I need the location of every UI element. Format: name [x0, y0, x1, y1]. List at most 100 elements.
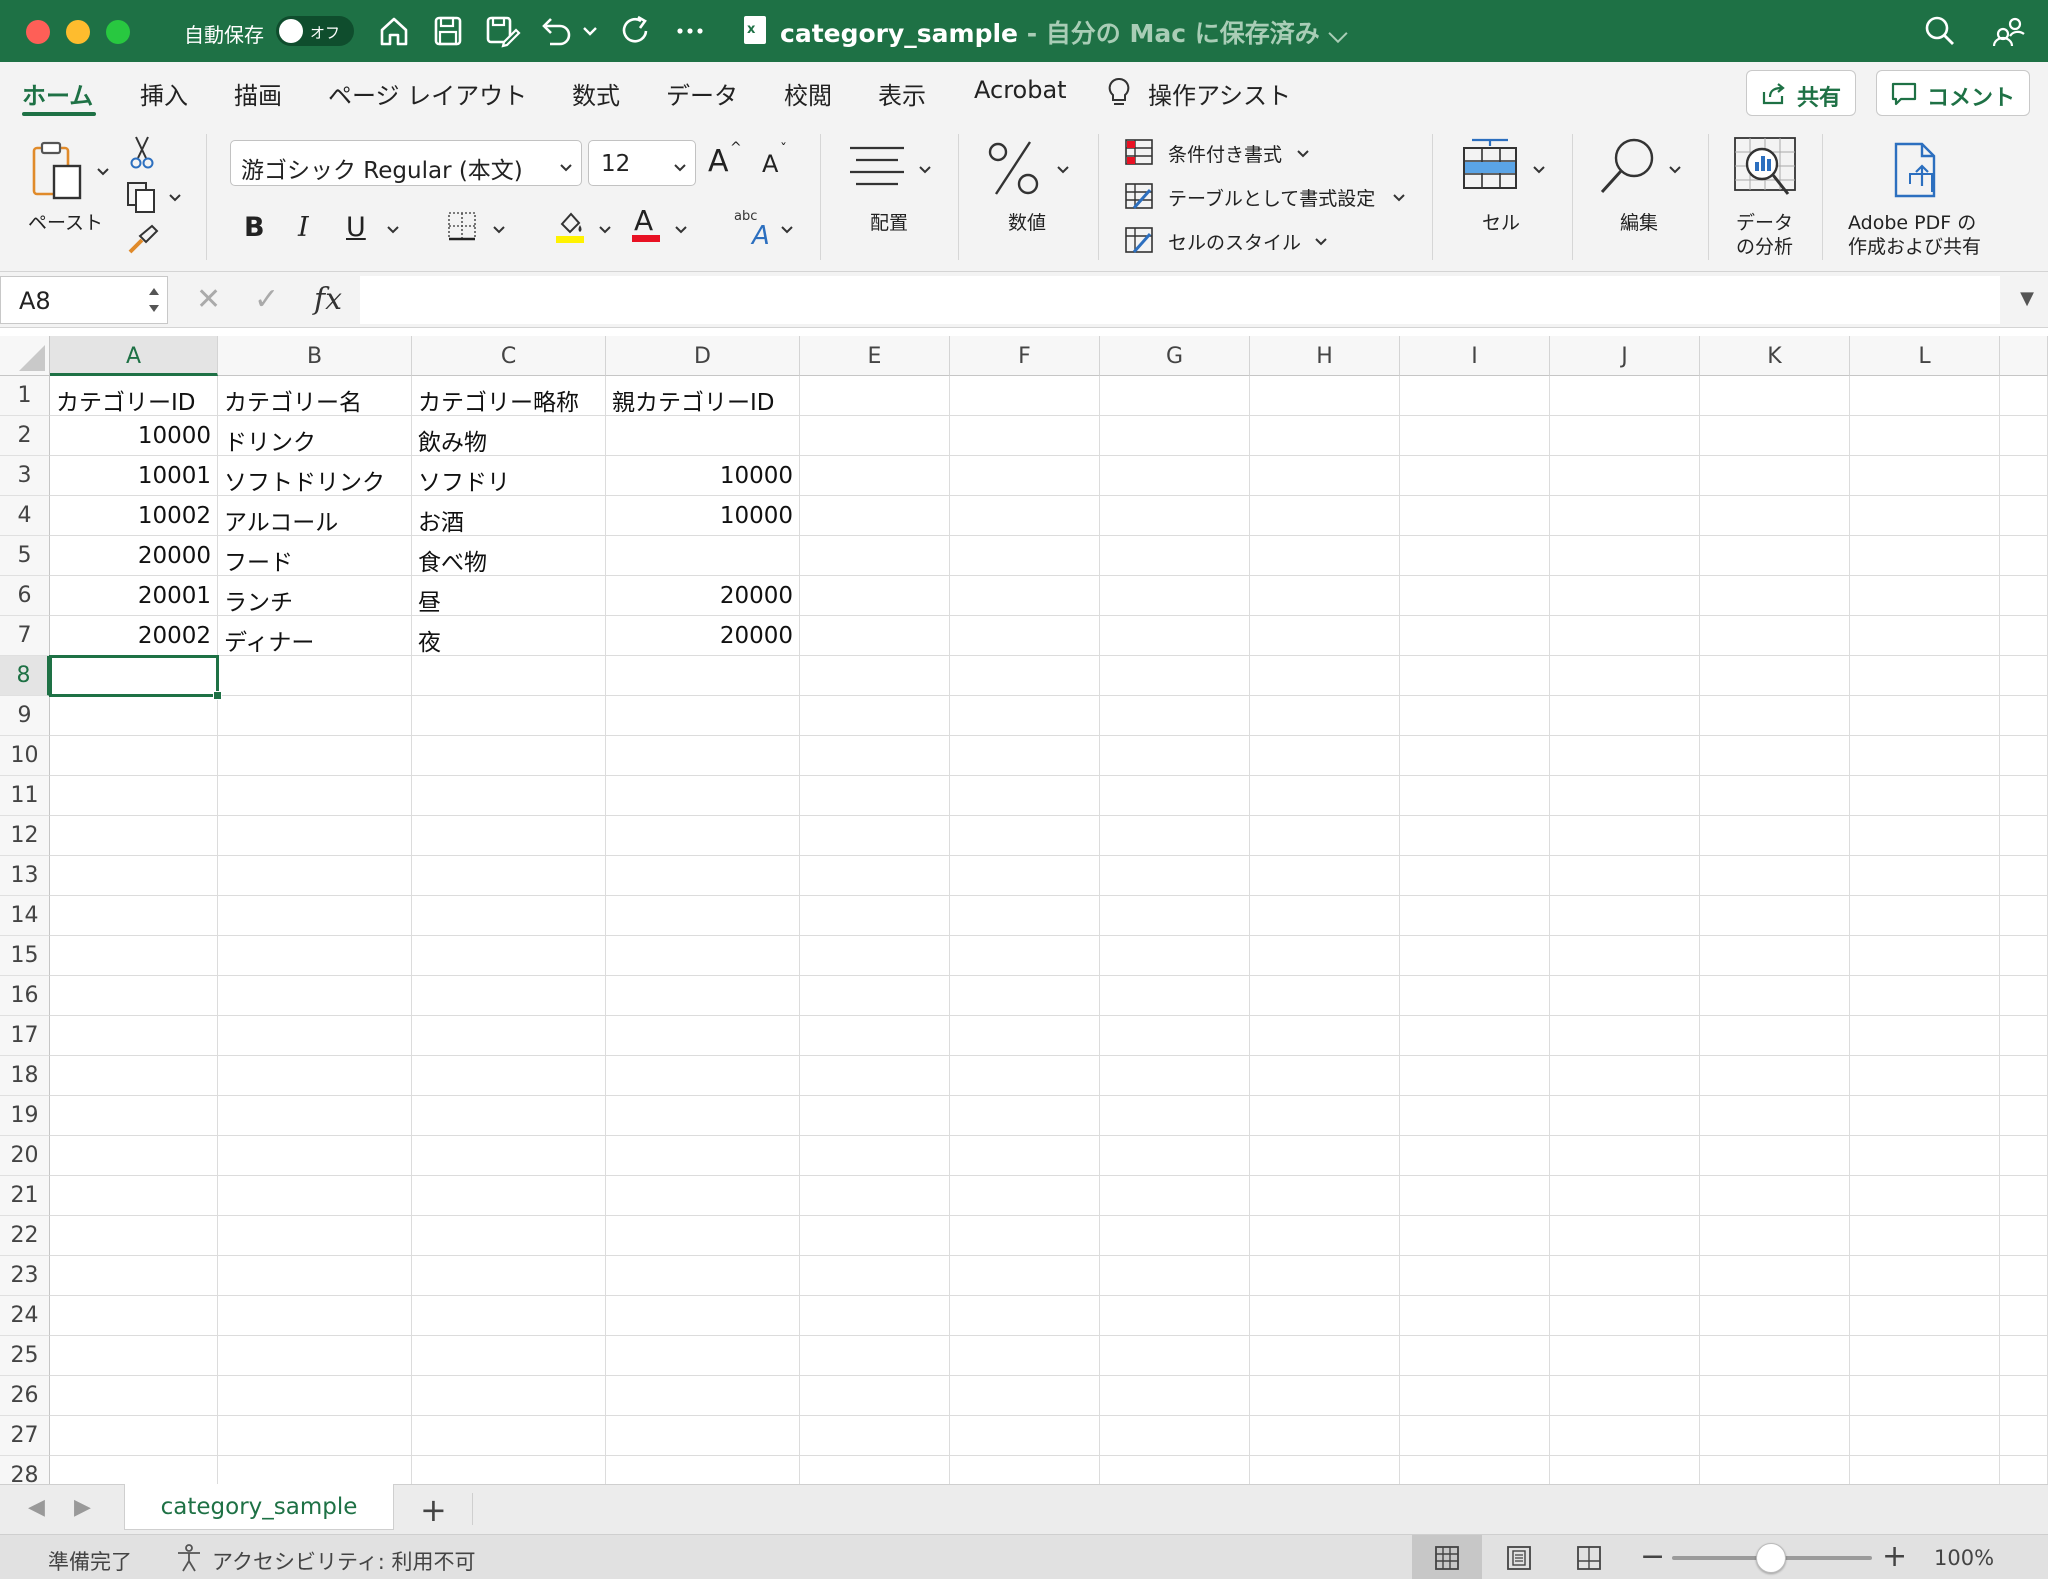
cell-g19[interactable]: [1100, 1096, 1250, 1136]
cell-i11[interactable]: [1400, 776, 1550, 816]
cell-i2[interactable]: [1400, 416, 1550, 456]
cells-icon[interactable]: [1460, 136, 1520, 196]
cell-c19[interactable]: [412, 1096, 606, 1136]
cell-g12[interactable]: [1100, 816, 1250, 856]
cell-e27[interactable]: [800, 1416, 950, 1456]
cell-c5[interactable]: 食べ物: [412, 536, 606, 576]
cell-i17[interactable]: [1400, 1016, 1550, 1056]
cell-c14[interactable]: [412, 896, 606, 936]
cell-e7[interactable]: [800, 616, 950, 656]
cell-i28[interactable]: [1400, 1456, 1550, 1484]
save-icon[interactable]: [428, 12, 468, 50]
cell-d4[interactable]: 10000: [606, 496, 800, 536]
cell-e15[interactable]: [800, 936, 950, 976]
column-header-f[interactable]: F: [950, 336, 1100, 376]
cell-c4[interactable]: お酒: [412, 496, 606, 536]
autosave-toggle[interactable]: オフ: [276, 16, 354, 46]
cell-l22[interactable]: [1850, 1216, 2000, 1256]
cell-h9[interactable]: [1250, 696, 1400, 736]
cell-d26[interactable]: [606, 1376, 800, 1416]
cell-i25[interactable]: [1400, 1336, 1550, 1376]
cell-j13[interactable]: [1550, 856, 1700, 896]
cell-e18[interactable]: [800, 1056, 950, 1096]
format-as-table-label[interactable]: テーブルとして書式設定: [1168, 184, 1375, 211]
cell-k20[interactable]: [1700, 1136, 1850, 1176]
column-header-g[interactable]: G: [1100, 336, 1250, 376]
cell-l12[interactable]: [1850, 816, 2000, 856]
active-cell-outline[interactable]: [49, 655, 219, 697]
cell-b14[interactable]: [218, 896, 412, 936]
row-header-28[interactable]: 28: [0, 1456, 50, 1484]
cell-k23[interactable]: [1700, 1256, 1850, 1296]
row-header-5[interactable]: 5: [0, 536, 50, 576]
cell-b11[interactable]: [218, 776, 412, 816]
cell-l4[interactable]: [1850, 496, 2000, 536]
phonetic-dropdown-icon[interactable]: [780, 222, 794, 236]
cell-k16[interactable]: [1700, 976, 1850, 1016]
cell-f19[interactable]: [950, 1096, 1100, 1136]
cell-e9[interactable]: [800, 696, 950, 736]
cell-c16[interactable]: [412, 976, 606, 1016]
zoom-out-button[interactable]: −: [1640, 1539, 1665, 1574]
cell-d23[interactable]: [606, 1256, 800, 1296]
cell-b2[interactable]: ドリンク: [218, 416, 412, 456]
enter-formula-icon[interactable]: ✓: [254, 282, 279, 317]
cell-i15[interactable]: [1400, 936, 1550, 976]
cell-b21[interactable]: [218, 1176, 412, 1216]
cell-f18[interactable]: [950, 1056, 1100, 1096]
cell-f8[interactable]: [950, 656, 1100, 696]
cell-h17[interactable]: [1250, 1016, 1400, 1056]
cell-g15[interactable]: [1100, 936, 1250, 976]
cell-d15[interactable]: [606, 936, 800, 976]
adobe-pdf-icon[interactable]: [1890, 140, 1946, 200]
cell-c12[interactable]: [412, 816, 606, 856]
row-header-1[interactable]: 1: [0, 376, 50, 416]
cell-c11[interactable]: [412, 776, 606, 816]
cell-b1[interactable]: カテゴリー名: [218, 376, 412, 416]
cell-h12[interactable]: [1250, 816, 1400, 856]
alignment-icon[interactable]: [846, 140, 908, 196]
add-sheet-button[interactable]: +: [420, 1491, 447, 1529]
cell-c8[interactable]: [412, 656, 606, 696]
cell-c18[interactable]: [412, 1056, 606, 1096]
cell-j28[interactable]: [1550, 1456, 1700, 1484]
analyze-data-label-1[interactable]: データ: [1736, 208, 1793, 235]
cell-a11[interactable]: [50, 776, 218, 816]
cell-l26[interactable]: [1850, 1376, 2000, 1416]
cell-c15[interactable]: [412, 936, 606, 976]
editing-label[interactable]: 編集: [1620, 208, 1658, 235]
tab-review[interactable]: 校閲: [784, 76, 832, 111]
adobe-pdf-label-1[interactable]: Adobe PDF の: [1848, 208, 1976, 235]
cell-g24[interactable]: [1100, 1296, 1250, 1336]
cell-a1[interactable]: カテゴリーID: [50, 376, 218, 416]
cell-b16[interactable]: [218, 976, 412, 1016]
cell-d9[interactable]: [606, 696, 800, 736]
cell-l15[interactable]: [1850, 936, 2000, 976]
cell-a9[interactable]: [50, 696, 218, 736]
cell-h24[interactable]: [1250, 1296, 1400, 1336]
cell-d6[interactable]: 20000: [606, 576, 800, 616]
percent-icon[interactable]: [986, 138, 1042, 198]
copy-icon[interactable]: [124, 180, 160, 214]
row-header-20[interactable]: 20: [0, 1136, 50, 1176]
cell-g1[interactable]: [1100, 376, 1250, 416]
cell-b12[interactable]: [218, 816, 412, 856]
cell-e3[interactable]: [800, 456, 950, 496]
cell-f7[interactable]: [950, 616, 1100, 656]
cell-b27[interactable]: [218, 1416, 412, 1456]
italic-button[interactable]: I: [298, 212, 309, 243]
cell-j25[interactable]: [1550, 1336, 1700, 1376]
cell-h25[interactable]: [1250, 1336, 1400, 1376]
cell-h11[interactable]: [1250, 776, 1400, 816]
cell-i1[interactable]: [1400, 376, 1550, 416]
cell-k7[interactable]: [1700, 616, 1850, 656]
share-button[interactable]: 共有: [1746, 70, 1857, 116]
cell-g18[interactable]: [1100, 1056, 1250, 1096]
cell-e1[interactable]: [800, 376, 950, 416]
cell-k19[interactable]: [1700, 1096, 1850, 1136]
cell-f15[interactable]: [950, 936, 1100, 976]
cell-j24[interactable]: [1550, 1296, 1700, 1336]
grow-font-button[interactable]: A: [708, 144, 729, 179]
cell-h2[interactable]: [1250, 416, 1400, 456]
cell-e21[interactable]: [800, 1176, 950, 1216]
